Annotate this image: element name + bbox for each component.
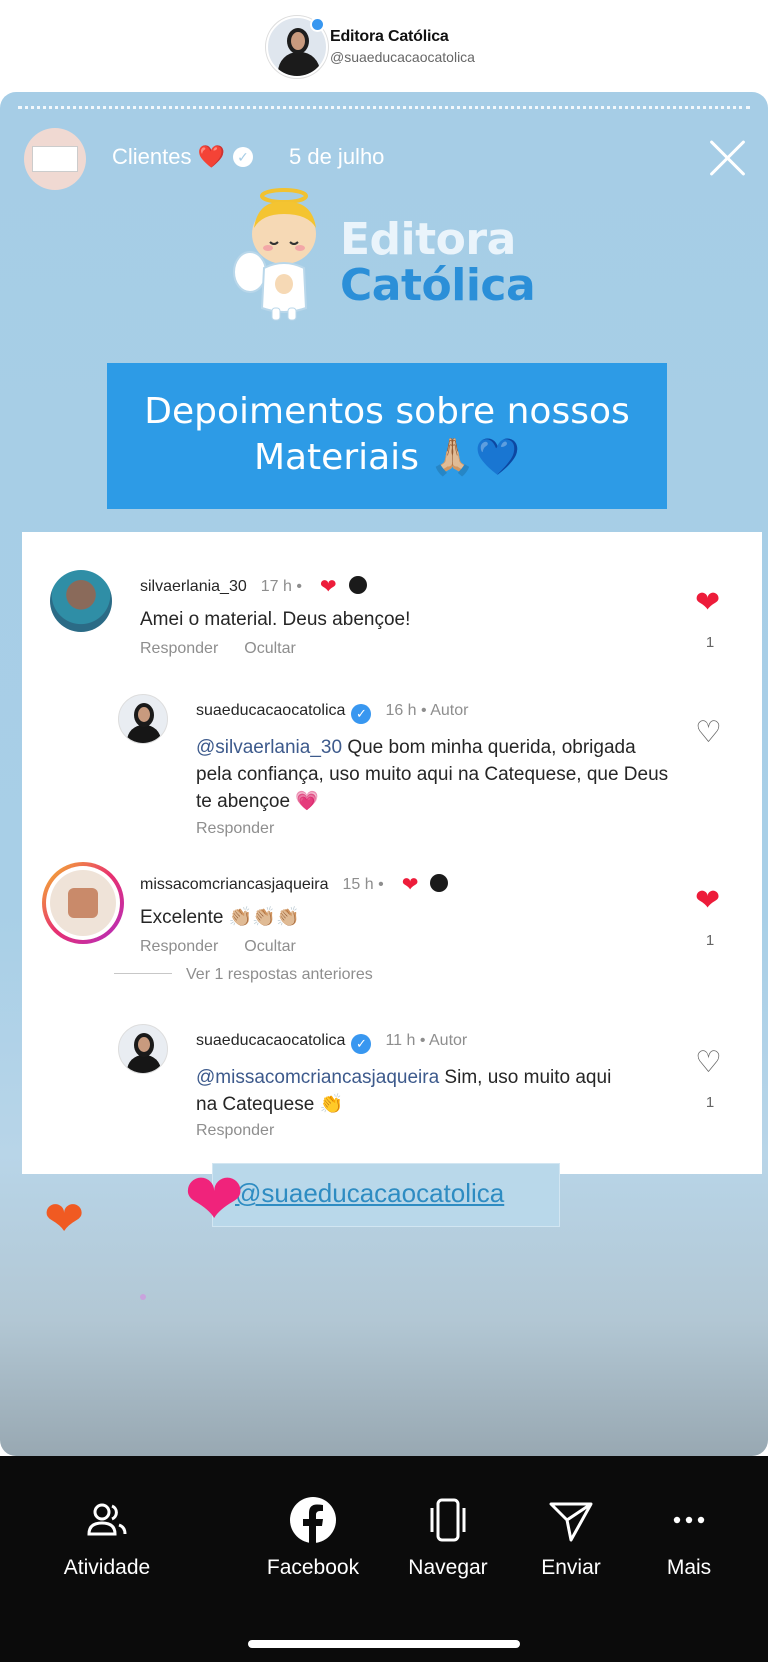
mention-link: @missacomcriancasjaqueira <box>196 1067 440 1088</box>
reply-username: suaeducacaocatolica <box>196 702 346 719</box>
mention-sticker[interactable]: @suaeducacaocatolica <box>212 1163 560 1227</box>
reply-button: Responder <box>196 1122 275 1139</box>
mention-sticker-text[interactable]: @suaeducacaocatolica <box>235 1178 504 1209</box>
like-heart-outline-icon: ♡ <box>695 1046 722 1079</box>
author-label: • Autor <box>419 1032 468 1049</box>
avatar <box>430 874 449 892</box>
comment-username: silvaerlania_30 <box>140 578 247 595</box>
floating-heart-icon: ❤ <box>44 1193 85 1246</box>
author-avatar <box>118 694 168 744</box>
highlight-thumbnail[interactable] <box>24 128 86 190</box>
banner-line-1: Depoimentos sobre nossos <box>144 391 630 432</box>
profile-header[interactable]: Editora Católica @suaeducacaocatolica <box>0 0 768 92</box>
highlight-title: Clientes ❤️ <box>112 144 225 169</box>
reply-button: Responder <box>196 820 275 837</box>
verified-icon: ✓ <box>351 704 372 724</box>
reply-text: @missacomcriancasjaqueira Sim, uso muito… <box>196 1067 612 1115</box>
comment-username: missacomcriancasjaqueira <box>140 876 329 893</box>
home-indicator[interactable] <box>248 1640 520 1648</box>
activity-button[interactable]: Atividade <box>52 1496 162 1580</box>
brand-logo: Editora Católica <box>232 184 552 334</box>
hide-button: Ocultar <box>244 938 296 955</box>
logo-text-catolica: Católica <box>340 260 536 311</box>
more-button[interactable]: Mais <box>646 1496 732 1580</box>
author-label: • Autor <box>421 702 469 719</box>
story-card[interactable]: Clientes ❤️ ✓ 5 de julho Editora Católic… <box>0 92 768 1456</box>
comment-time: 15 h <box>342 876 374 893</box>
avatar <box>348 576 367 594</box>
verified-icon: ✓ <box>351 1034 372 1054</box>
send-label: Enviar <box>541 1556 601 1579</box>
comments-screenshot: silvaerlania_30 17 h • ❤ Amei o material. … <box>22 532 762 1174</box>
banner-line-2: Materiais 🙏🏼💙 <box>253 437 521 478</box>
story-date: 5 de julho <box>289 144 385 169</box>
hide-button: Ocultar <box>244 640 296 657</box>
author-avatar <box>118 1024 168 1074</box>
profile-handle: @suaeducacaocatolica <box>330 49 475 65</box>
profile-name[interactable]: Editora Católica <box>330 28 449 46</box>
verified-icon: ✓ <box>233 147 253 167</box>
reply-username: suaeducacaocatolica <box>196 1032 346 1049</box>
like-count: 1 <box>705 932 715 949</box>
sparkle-dot <box>140 1294 146 1300</box>
heart-icon: ❤ <box>401 874 419 896</box>
browse-button[interactable]: Navegar <box>398 1496 498 1580</box>
floating-heart-icon: ❤ <box>184 1160 245 1240</box>
logo-text-editora: Editora <box>340 214 516 265</box>
commenter-avatar <box>42 862 124 944</box>
mention-link: @silvaerlania_30 <box>196 737 343 758</box>
like-heart-outline-icon: ♡ <box>695 716 722 749</box>
reply-button: Responder <box>140 640 219 657</box>
commenter-avatar <box>50 570 112 632</box>
activity-label: Atividade <box>63 1556 151 1579</box>
view-previous-replies: Ver 1 respostas anteriores <box>114 966 373 984</box>
facebook-icon <box>290 1497 336 1543</box>
reply-time: 11 h <box>385 1032 416 1049</box>
comment-time: 17 h <box>260 578 292 595</box>
more-label: Mais <box>666 1556 712 1579</box>
angel-icon <box>233 188 316 321</box>
testimonials-banner: Depoimentos sobre nossos Materiais 🙏🏼💙 <box>107 363 667 509</box>
people-icon <box>87 1503 127 1536</box>
send-button[interactable]: Enviar <box>526 1496 616 1580</box>
comment-text: Excelente 👏🏼👏🏼👏🏼 <box>140 907 300 928</box>
close-icon[interactable] <box>706 136 750 180</box>
reply-button: Responder <box>140 938 219 955</box>
like-heart-icon: ❤ <box>695 586 721 619</box>
facebook-button[interactable]: Facebook <box>258 1496 368 1580</box>
like-count: 1 <box>705 1094 715 1111</box>
reply-text: @silvaerlania_30 Que bom minha querida, … <box>196 737 669 812</box>
browse-label: Navegar <box>408 1556 488 1579</box>
reply-time: 16 h <box>385 702 417 719</box>
like-heart-icon: ❤ <box>695 884 721 917</box>
phone-browse-icon <box>430 1498 466 1542</box>
facebook-label: Facebook <box>266 1556 360 1579</box>
send-icon <box>549 1502 593 1542</box>
story-viewer-screen: Editora Católica @suaeducacaocatolica Cl… <box>0 0 768 1662</box>
story-progress-bar <box>18 106 750 109</box>
verified-badge-icon <box>310 17 325 32</box>
heart-icon: ❤ <box>319 576 337 598</box>
bottom-action-bar: Atividade Facebook Navegar Enviar Mais <box>0 1456 768 1662</box>
comment-text: Amei o material. Deus abençoe! <box>140 609 411 630</box>
like-count: 1 <box>705 634 715 651</box>
more-icon <box>673 1516 705 1524</box>
